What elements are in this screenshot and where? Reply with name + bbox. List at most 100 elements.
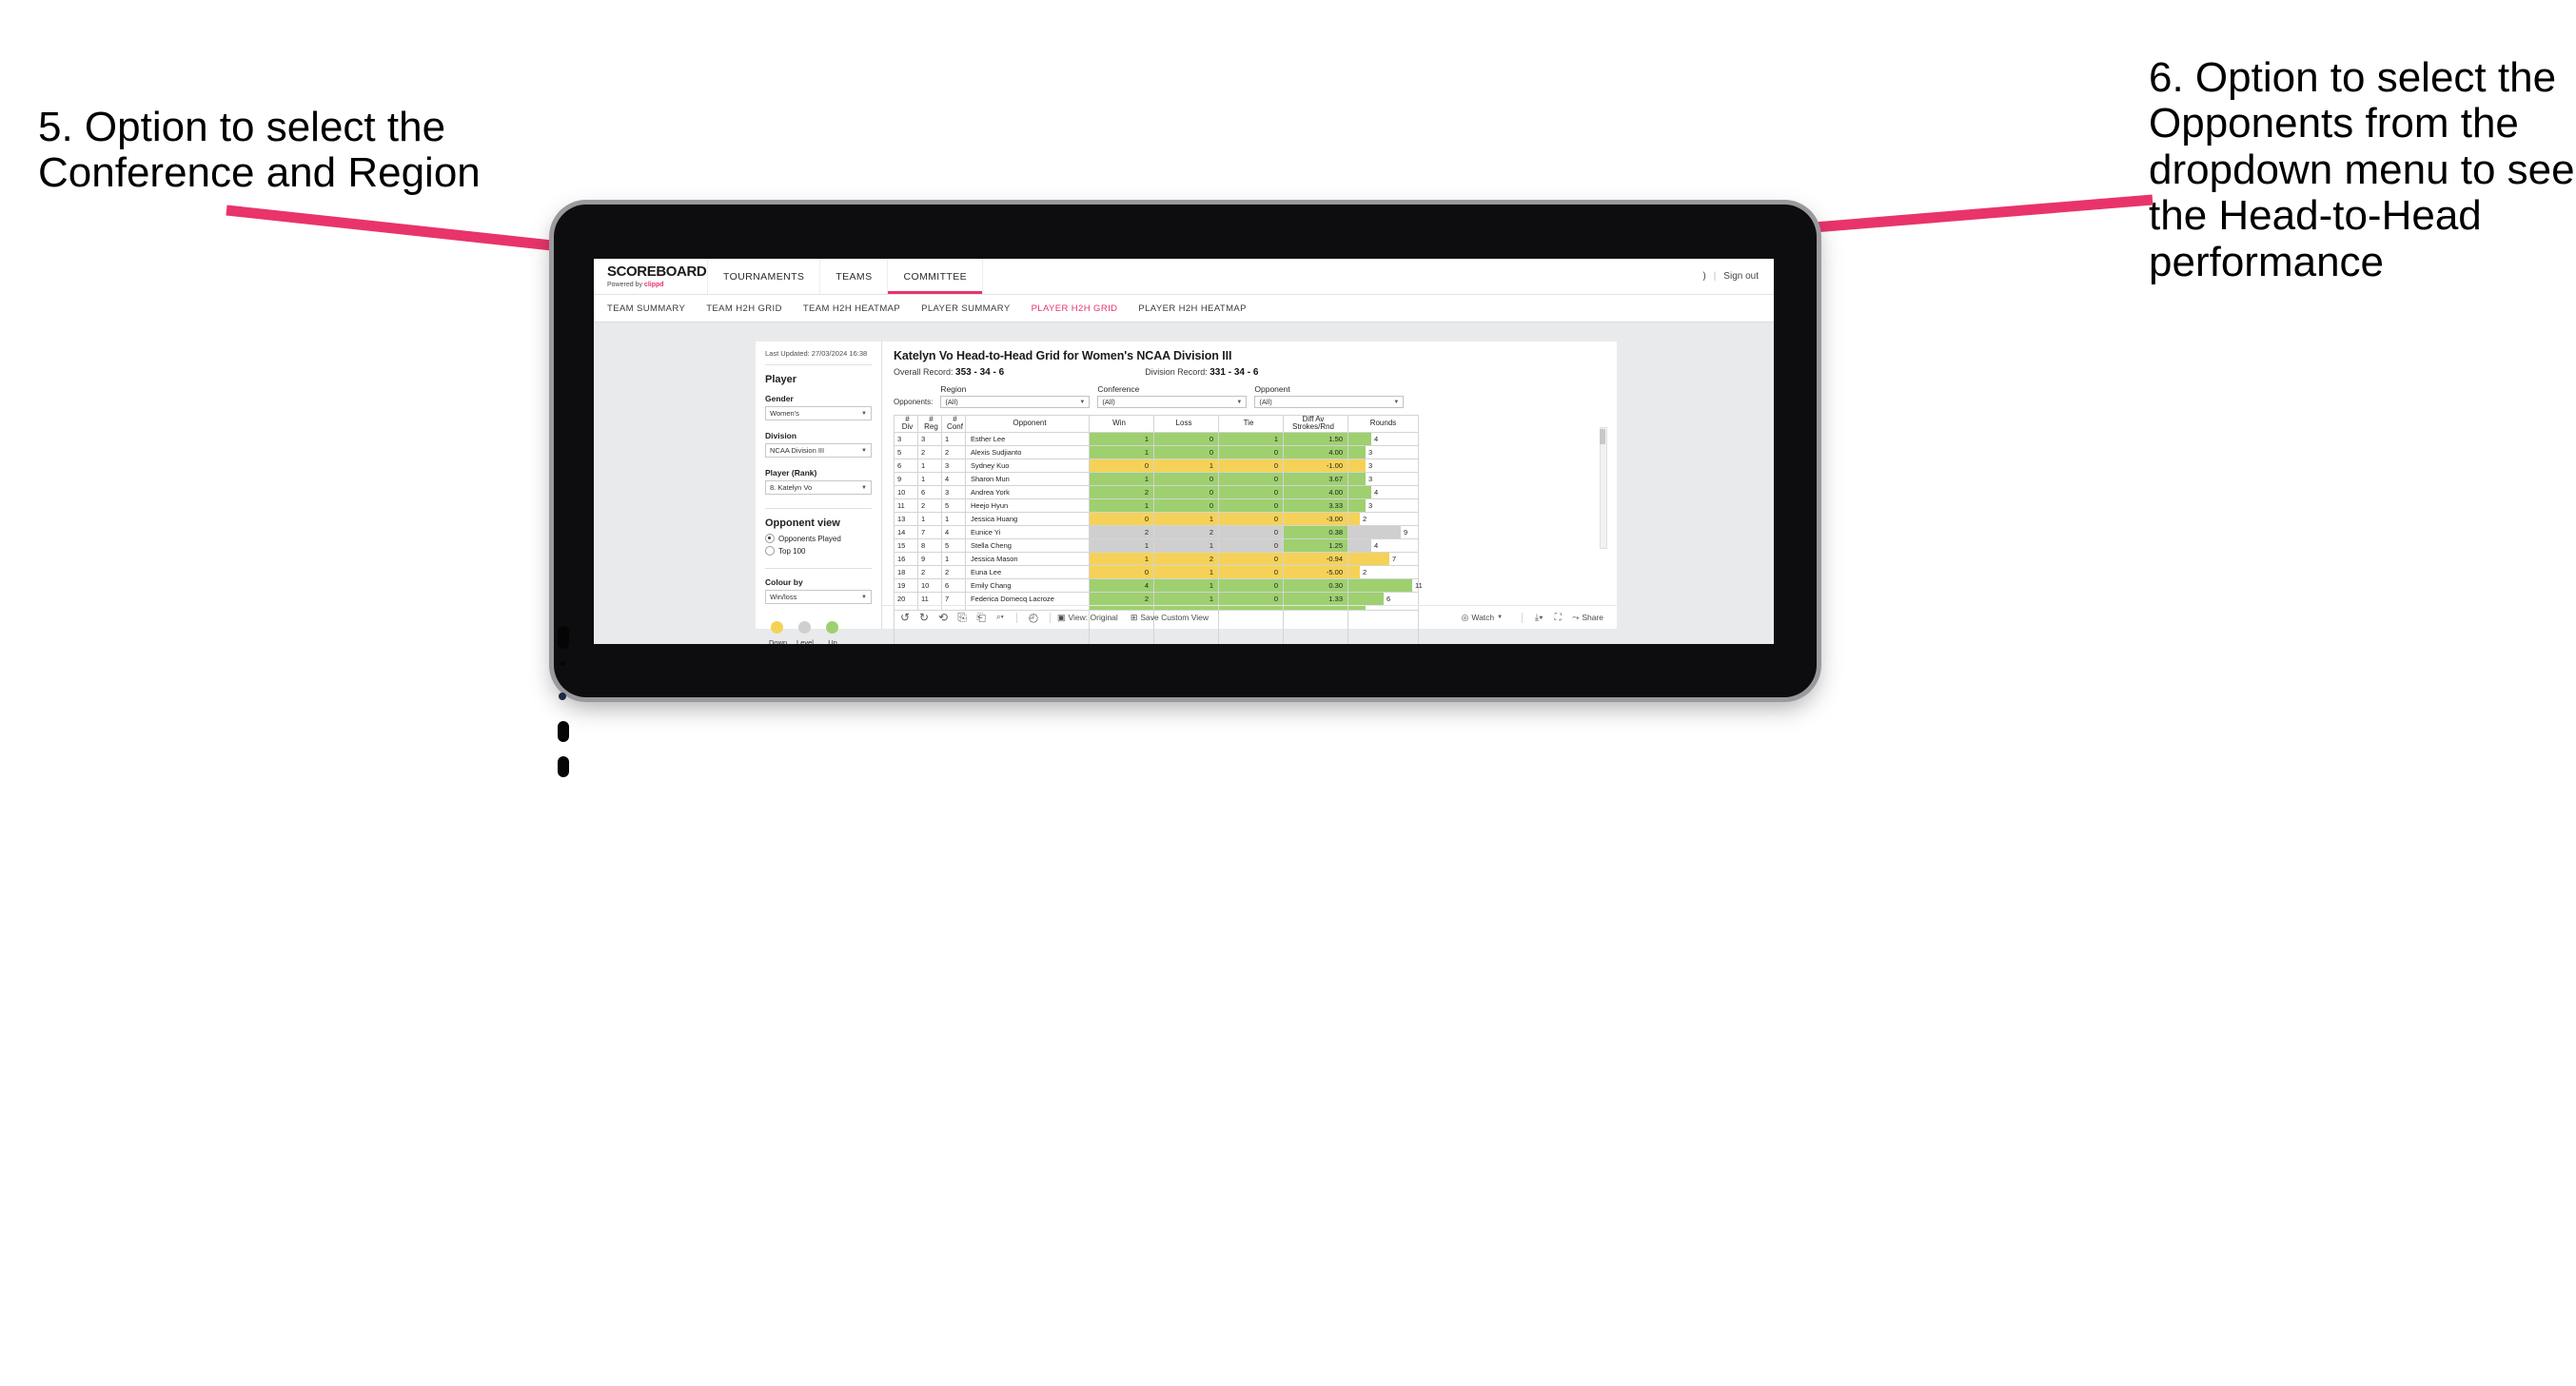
- cell-conf: 1: [941, 551, 966, 566]
- cell-loss: 2: [1153, 551, 1219, 566]
- brand-logo[interactable]: SCOREBOARD Powered by clippd: [594, 259, 708, 294]
- divider: [1522, 612, 1524, 623]
- cell-div: 10: [894, 484, 918, 499]
- colour-by-value: Win/loss: [770, 593, 797, 602]
- table-row[interactable]: 18 2 2 Euna Lee 0 1 0 -5.00 2: [894, 564, 1419, 579]
- table-header: # Div # Reg # Conf Opponent Win Loss Tie Di…: [894, 415, 1419, 433]
- player-section-heading: Player: [765, 374, 797, 386]
- colour-legend: [765, 621, 872, 634]
- cell-rounds: 9: [1347, 524, 1419, 539]
- cell-loss: 1: [1153, 591, 1219, 606]
- cell-rounds: 4: [1347, 484, 1419, 499]
- undo-icon[interactable]: ↺: [895, 611, 914, 624]
- cell-tie: 0: [1218, 524, 1284, 539]
- cell-loss: 1: [1153, 577, 1219, 593]
- table-row[interactable]: 13 1 1 Jessica Huang 0 1 0 -3.00 2: [894, 511, 1419, 526]
- visualization-card: Last Updated: 27/03/2024 16:38 Player Ge…: [756, 342, 1617, 644]
- refresh-icon[interactable]: ⎘: [953, 611, 972, 625]
- revert-icon[interactable]: ⟲: [934, 611, 953, 624]
- account-icon[interactable]: ): [1702, 271, 1705, 282]
- gender-select[interactable]: Women's ▼: [765, 406, 872, 421]
- table-row[interactable]: 9 1 4 Sharon Mun 1 0 0 3.67 3: [894, 471, 1419, 486]
- col-div: # Div: [894, 415, 918, 433]
- cell-reg: 1: [917, 471, 942, 486]
- table-scrollbar[interactable]: [1600, 427, 1607, 549]
- save-custom-view-button[interactable]: ⊞ Save Custom View: [1131, 613, 1209, 623]
- save-icon: ⊞: [1130, 612, 1138, 622]
- share-button[interactable]: ⤳ Share: [1572, 613, 1603, 623]
- download-icon[interactable]: ⤓▾: [1529, 613, 1548, 623]
- rounds-value: 4: [1374, 487, 1379, 497]
- table-row[interactable]: 15 8 5 Stella Cheng 1 1 0 1.25 4: [894, 537, 1419, 553]
- radio-opponents-played[interactable]: Opponents Played: [765, 534, 872, 544]
- overall-record: Overall Record: 353 - 34 - 6: [894, 367, 1004, 378]
- tab-team-h2h-grid[interactable]: TEAM H2H GRID: [706, 303, 782, 314]
- opponent-select[interactable]: (All) ▼: [1254, 396, 1405, 408]
- player-rank-select[interactable]: 8. Katelyn Vo ▼: [765, 480, 872, 496]
- rounds-bar-cell: 4: [1348, 485, 1418, 498]
- cell-opponent: Heejo Hyun: [965, 498, 1090, 513]
- conference-select[interactable]: (All) ▼: [1097, 396, 1248, 408]
- rounds-bar-cell: 4: [1348, 432, 1418, 445]
- divider: [765, 508, 872, 510]
- opponent-label: Opponent: [1254, 384, 1290, 394]
- table-row[interactable]: 16 9 1 Jessica Mason 1 2 0 -0.94 7: [894, 551, 1419, 566]
- radio-top-100[interactable]: Top 100: [765, 546, 872, 556]
- table-row[interactable]: 5 2 2 Alexis Sudjianto 1 0 0 4.00 3: [894, 444, 1419, 459]
- redo-icon[interactable]: ↻: [914, 611, 934, 624]
- view-icon: ▣: [1057, 612, 1066, 622]
- cell-diff: 3.67: [1283, 471, 1348, 486]
- cell-loss: 0: [1153, 471, 1219, 486]
- cell-win: 2: [1089, 484, 1154, 499]
- nav-item-tournaments[interactable]: TOURNAMENTS: [708, 259, 821, 294]
- pause-icon[interactable]: ⎗: [972, 611, 991, 625]
- table-row[interactable]: 20 11 7 Federica Domecq Lacroze 2 1 0 1.33 6: [894, 591, 1419, 606]
- records-row: Overall Record: 353 - 34 - 6 Division Re…: [894, 367, 1607, 378]
- rounds-value: 3: [1368, 460, 1373, 470]
- chevron-down-icon: ▼: [1497, 615, 1504, 620]
- table-row[interactable]: 10 6 3 Andrea York 2 0 0 4.00 4: [894, 484, 1419, 499]
- table-row[interactable]: 11 2 5 Heejo Hyun 1 0 0 3.33 3: [894, 498, 1419, 513]
- cell-conf: 7: [941, 591, 966, 606]
- alert-icon[interactable]: ◴: [1024, 611, 1043, 624]
- rounds-bar-cell: 11: [1348, 578, 1423, 592]
- cell-div: 20: [894, 591, 918, 606]
- region-select[interactable]: (All) ▼: [940, 396, 1091, 408]
- scrollbar-thumb[interactable]: [1600, 429, 1605, 444]
- legend-label-down: Down: [769, 638, 788, 644]
- cell-loss: 1: [1153, 537, 1219, 553]
- cell-div: 16: [894, 551, 918, 566]
- tab-player-summary[interactable]: PLAYER SUMMARY: [921, 303, 1010, 314]
- watch-label: Watch: [1471, 613, 1495, 622]
- rounds-bar: [1348, 525, 1401, 538]
- nav-item-teams[interactable]: TEAMS: [820, 259, 889, 294]
- table-row[interactable]: 6 1 3 Sydney Kuo 0 1 0 -1.00 3: [894, 458, 1419, 473]
- fullscreen-icon[interactable]: ⛶: [1548, 613, 1567, 623]
- table-row[interactable]: 14 7 4 Eunice Yi 2 2 0 0.38 9: [894, 524, 1419, 539]
- opponent-filters: Opponents: Region (All) ▼ Conference (Al…: [894, 384, 1607, 408]
- volume-up-button[interactable]: [558, 721, 569, 742]
- view-original-button[interactable]: ▣ View: Original: [1057, 613, 1118, 623]
- nav-item-committee[interactable]: COMMITTEE: [888, 259, 984, 294]
- table-row[interactable]: 3 3 1 Esther Lee 1 0 1 1.50 4: [894, 431, 1419, 446]
- cell-opponent: Eunice Yi: [965, 524, 1090, 539]
- volume-down-button[interactable]: [558, 756, 569, 777]
- tab-team-h2h-heatmap[interactable]: TEAM H2H HEATMAP: [803, 303, 900, 314]
- chevron-down-icon[interactable]: ⌕▾: [991, 613, 1010, 622]
- watch-button[interactable]: ◎ Watch ▼: [1462, 613, 1504, 623]
- cell-reg: 6: [917, 484, 942, 499]
- sign-out-link[interactable]: Sign out: [1723, 271, 1759, 282]
- cell-loss: 0: [1153, 431, 1219, 446]
- table-row[interactable]: 19 10 6 Emily Chang 4 1 0 0.30 11: [894, 577, 1423, 593]
- rounds-value: 4: [1374, 540, 1379, 550]
- colour-by-select[interactable]: Win/loss ▼: [765, 590, 872, 605]
- tab-player-h2h-heatmap[interactable]: PLAYER H2H HEATMAP: [1138, 303, 1247, 314]
- tab-team-summary[interactable]: TEAM SUMMARY: [607, 303, 685, 314]
- division-select[interactable]: NCAA Division III ▼: [765, 443, 872, 459]
- divider: [765, 364, 872, 366]
- visualization-background: Last Updated: 27/03/2024 16:38 Player Ge…: [594, 322, 1774, 644]
- tab-player-h2h-grid[interactable]: PLAYER H2H GRID: [1032, 303, 1118, 314]
- toolbar-right: ◎ Watch ▼ ⤓▾ ⛶ ⤳ Share: [1462, 612, 1617, 623]
- cell-tie: 0: [1218, 484, 1284, 499]
- colour-by-label: Colour by: [765, 577, 803, 588]
